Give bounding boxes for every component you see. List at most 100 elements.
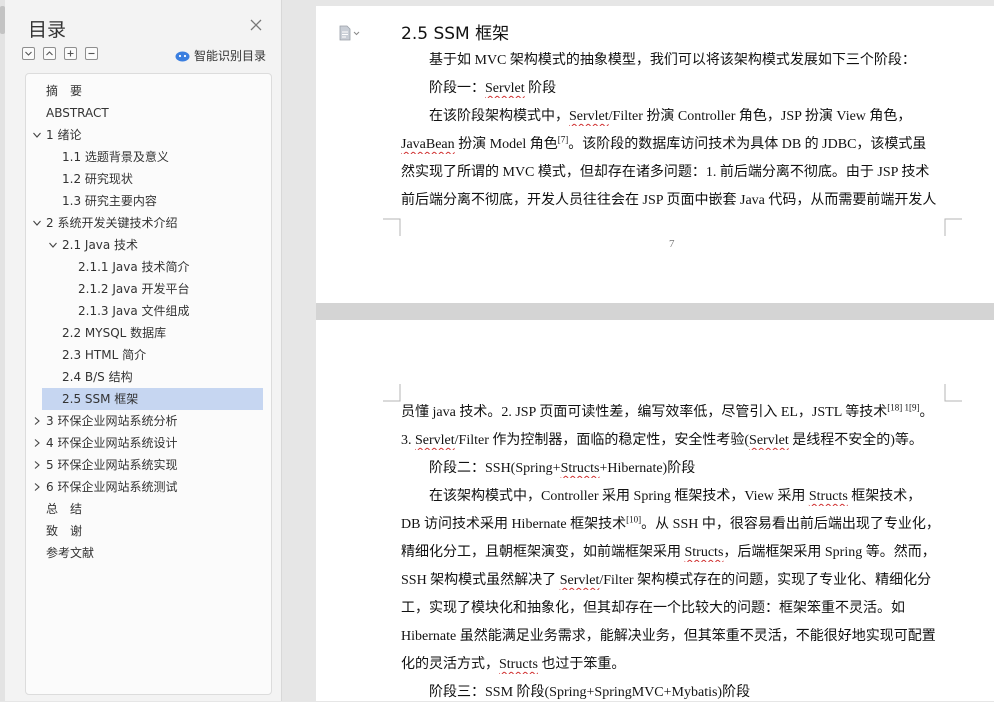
toc-item-1-2[interactable]: 1.2 研究现状 [62, 168, 283, 190]
toc-item-label: 2.4 B/S 结构 [62, 370, 133, 384]
close-icon[interactable] [248, 17, 264, 33]
chevron-right-icon[interactable] [32, 438, 42, 448]
add-heading-button[interactable] [64, 47, 77, 60]
page-gap [316, 303, 994, 320]
document-menu-icon[interactable] [338, 25, 362, 41]
toc-item-2-1-3[interactable]: 2.1.3 Java 文件组成 [78, 300, 263, 322]
toc-item-label: 1.2 研究现状 [62, 172, 133, 186]
document-page-8[interactable]: 员懂 java 技术。2. JSP 页面可读性差，编写效率低，尽管引入 EL，J… [316, 320, 994, 701]
expand-all-button[interactable] [22, 47, 35, 60]
toc-item-chapter-6[interactable]: 6 环保企业网站系统测试 [32, 476, 253, 498]
toc-item-chapter-2[interactable]: 2 系统开发关键技术介绍 [32, 212, 253, 234]
toc-item-label: 2.3 HTML 简介 [62, 348, 147, 362]
toc-item-abstract-cn[interactable]: 摘 要 [46, 80, 267, 102]
toc-item-label: 4 环保企业网站系统设计 [46, 436, 178, 450]
chevron-right-icon[interactable] [32, 416, 42, 426]
chevron-up-icon [46, 51, 53, 56]
text-run: DB 访问技术采用 Hibernate 框架技术 [401, 517, 627, 532]
paragraph-line: 3. Servlet/Filter 作为控制器，面临的稳定性，安全性考验(Ser… [401, 432, 945, 450]
toc-item-label: 6 环保企业网站系统测试 [46, 480, 178, 494]
citation-marker: [7] [557, 136, 569, 145]
toc-item-1-3[interactable]: 1.3 研究主要内容 [62, 190, 283, 212]
text-run: Servlet [415, 433, 455, 448]
remove-heading-button[interactable] [85, 47, 98, 60]
text-run: 工，实现了模块化和抽象化，但其却存在一个比较大的问题：框架笨重不灵活。如 [401, 601, 905, 616]
text-run: SSH 架构模式虽然解决了 [401, 573, 560, 588]
text-run: /Filter 架构模式存在的问题，实现了专业化、精细化分 [599, 573, 932, 588]
text-run: 阶段三：SSM 阶段(Spring+SpringMVC+Mybatis)阶段 [429, 685, 751, 700]
toc-item-chapter-4[interactable]: 4 环保企业网站系统设计 [32, 432, 253, 454]
toc-item-2-4[interactable]: 2.4 B/S 结构 [62, 366, 263, 388]
text-run: 然实现了所谓的 MVC 模式，但却存在诸多问题：1. 前后端分离不彻底。由于 J… [401, 165, 930, 180]
toc-item-chapter-1[interactable]: 1 绪论 [32, 124, 253, 146]
document-area[interactable]: 2.5 SSM 框架 基于如 MVC 架构模式的抽象模型，我们可以将该架构模式发… [282, 0, 994, 701]
paragraph-line: 阶段三：SSM 阶段(Spring+SpringMVC+Mybatis)阶段 [429, 684, 945, 702]
text-run: Servlet [559, 573, 600, 588]
toc-item-label: 1 绪论 [46, 128, 82, 142]
toc-item-label: 参考文献 [46, 546, 95, 560]
toc-item-acknowledgement[interactable]: 致 谢 [46, 520, 267, 542]
toc-item-abstract-en[interactable]: ABSTRACT [46, 102, 267, 124]
chevron-down-icon[interactable] [32, 130, 42, 140]
toc-item-2-1-1[interactable]: 2.1.1 Java 技术简介 [78, 256, 263, 278]
collapse-all-button[interactable] [43, 47, 56, 60]
paragraph-line: 化的灵活方式，Structs 也过于笨重。 [401, 656, 945, 674]
smart-toc-label: 智能识别目录 [194, 49, 267, 63]
chevron-down-icon [25, 51, 32, 56]
text-run: 3. [401, 433, 415, 448]
text-run: Structs [808, 489, 848, 504]
toc-item-2-1-2[interactable]: 2.1.2 Java 开发平台 [78, 278, 263, 300]
toc-item-2-2[interactable]: 2.2 MYSQL 数据库 [62, 322, 263, 344]
toc-item-1-1[interactable]: 1.1 选题背景及意义 [62, 146, 283, 168]
text-run: 在该架构模式中，Controller 采用 Spring 框架技术，View 采… [429, 489, 809, 504]
paragraph-line: 然实现了所谓的 MVC 模式，但却存在诸多问题：1. 前后端分离不彻底。由于 J… [401, 164, 945, 182]
paragraph-line: DB 访问技术采用 Hibernate 框架技术[10]。从 SSH 中，很容易… [401, 516, 945, 534]
chevron-down-icon[interactable] [48, 240, 58, 250]
section-heading: 2.5 SSM 框架 [401, 24, 510, 44]
text-run: Servlet [485, 81, 525, 96]
toc-item-2-3[interactable]: 2.3 HTML 简介 [62, 344, 263, 366]
toc-item-references[interactable]: 参考文献 [46, 542, 267, 564]
paragraph-line: 精细化分工，且朝框架演变，如前端框架采用 Structs，后端框架采用 Spri… [401, 544, 945, 562]
chevron-right-icon[interactable] [32, 482, 42, 492]
toc-item-chapter-5[interactable]: 5 环保企业网站系统实现 [32, 454, 253, 476]
citation-marker: [18] 1[9] [887, 404, 920, 413]
text-run: /Filter 作为控制器，面临的稳定性，安全性考验( [454, 433, 750, 448]
text-run: 基于如 MVC 架构模式的抽象模型，我们可以将该架构模式发展如下三个阶段： [429, 53, 916, 68]
smart-toc-button[interactable]: 智能识别目录 [175, 47, 266, 64]
text-run: 。该阶段的数据库访问技术为具体 DB 的 JDBC，该模式虽 [568, 137, 927, 152]
toc-item-label: 3 环保企业网站系统分析 [46, 414, 178, 428]
toc-item-2-5-selected[interactable]: 2.5 SSM 框架 [42, 388, 263, 410]
toc-item-label: 2.1.3 Java 文件组成 [78, 304, 190, 318]
resize-knob[interactable] [0, 6, 5, 34]
text-run: 前后端分离不彻底，开发人员往往会在 JSP 页面中嵌套 Java 代码，从而需要… [401, 193, 937, 208]
document-page-7[interactable]: 2.5 SSM 框架 基于如 MVC 架构模式的抽象模型，我们可以将该架构模式发… [316, 6, 994, 303]
text-run: Servlet [749, 433, 789, 448]
text-run: 也过于笨重。 [537, 657, 626, 672]
ai-cloud-icon [175, 51, 190, 61]
toc-item-label: 摘 要 [46, 84, 83, 98]
text-run: +Hibernate)阶段 [599, 461, 696, 476]
minus-icon [88, 52, 95, 55]
text-run: 在该阶段架构模式中， [429, 109, 569, 124]
toc-item-2-1[interactable]: 2.1 Java 技术 [48, 234, 269, 256]
paragraph-line: 基于如 MVC 架构模式的抽象模型，我们可以将该架构模式发展如下三个阶段： [429, 52, 945, 70]
citation-marker: [10] [626, 516, 642, 525]
toc-item-label: ABSTRACT [46, 106, 109, 120]
text-run: 员懂 java 技术。2. JSP 页面可读性差，编写效率低，尽管引入 EL，J… [401, 405, 888, 420]
paragraph-line: 阶段一：Servlet 阶段 [429, 80, 945, 98]
panel-resize-strip[interactable] [0, 0, 5, 701]
chevron-down-icon[interactable] [32, 218, 42, 228]
toc-item-label: 5 环保企业网站系统实现 [46, 458, 178, 472]
chevron-right-icon[interactable] [32, 460, 42, 470]
toc-item-label: 1.3 研究主要内容 [62, 194, 157, 208]
page-corner-mark [944, 384, 962, 402]
toc-item-chapter-3[interactable]: 3 环保企业网站系统分析 [32, 410, 253, 432]
toc-item-label: 2.5 SSM 框架 [62, 392, 139, 406]
text-run: Servlet [569, 109, 609, 124]
toc-item-label: 2.1.1 Java 技术简介 [78, 260, 190, 274]
toc-item-summary[interactable]: 总 结 [46, 498, 267, 520]
text-run: ，后端框架采用 Spring 等。然而， [723, 545, 936, 560]
text-run: Structs [560, 461, 600, 476]
text-run: 精细化分工，且朝框架演变，如前端框架采用 [401, 545, 685, 560]
